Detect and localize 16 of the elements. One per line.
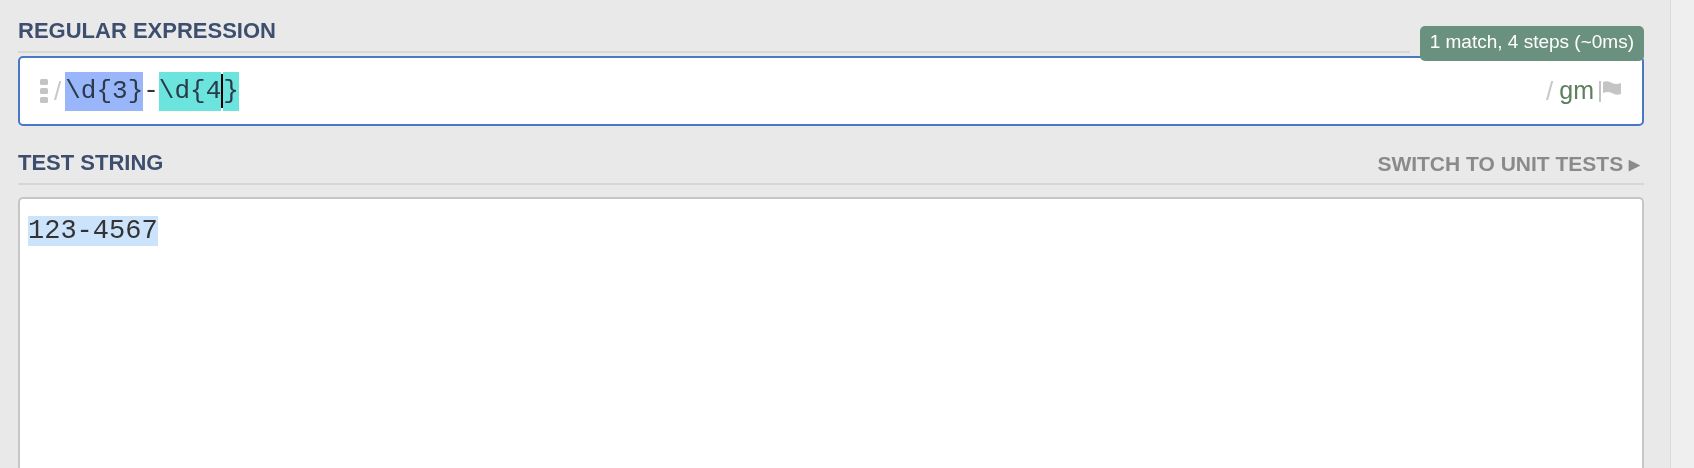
regex-flags[interactable]: gm (1559, 72, 1594, 110)
regex-group-highlight: \d{4 (158, 71, 222, 111)
text-cursor (221, 74, 224, 108)
regex-delimiter: / (54, 74, 62, 108)
flag-icon[interactable] (1598, 79, 1622, 103)
drag-handle-icon[interactable] (40, 79, 48, 103)
section-heading: TEST STRING (18, 149, 164, 177)
match-info-badge: 1 match, 4 steps (~0ms) (1419, 25, 1644, 61)
regex-text: - (143, 74, 159, 108)
regex-group-highlight: } (223, 71, 239, 111)
section-heading: REGULAR EXPRESSION (18, 18, 276, 43)
test-string-field[interactable]: 123-4567 (18, 197, 1644, 468)
regex-group-highlight: \d{3} (65, 71, 144, 111)
regex-delimiter: / (1546, 74, 1554, 108)
test-string-text: 123-4567 (28, 216, 158, 246)
regex-input-field[interactable]: /\d{3}-\d{4} / gm (18, 56, 1644, 126)
